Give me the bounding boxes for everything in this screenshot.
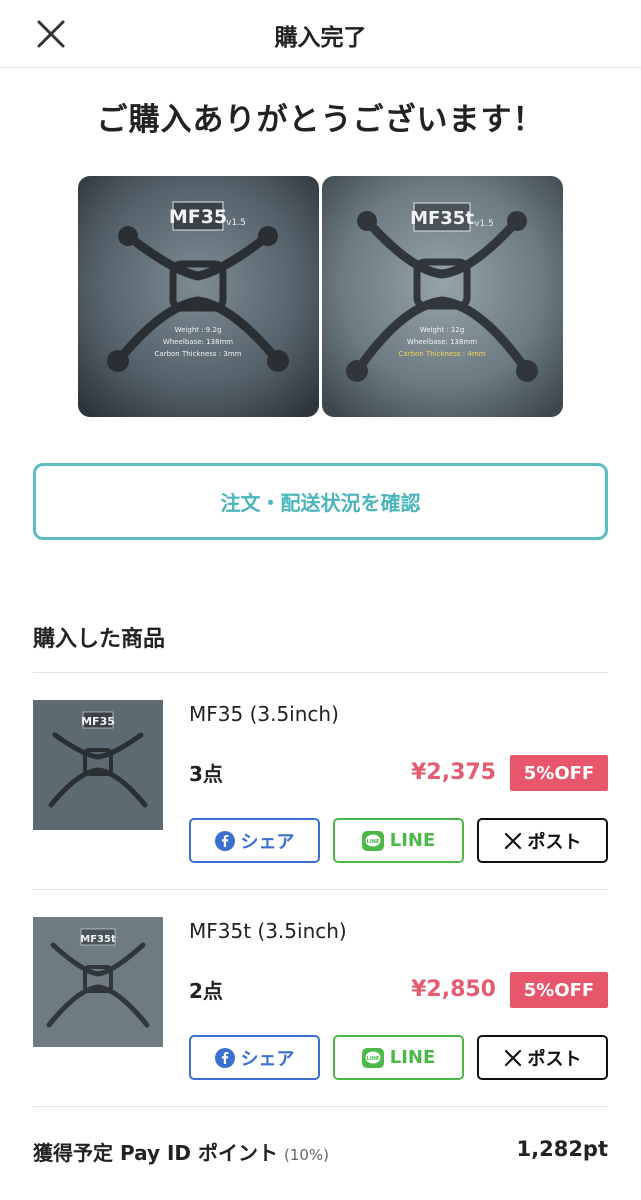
facebook-share-label: シェア xyxy=(240,831,295,853)
x-post-button[interactable]: ポスト xyxy=(477,818,608,863)
hero2-spec-thickness: Carbon Thickness : 4mm xyxy=(399,350,486,358)
product-quantity: 2点 xyxy=(189,979,223,1003)
svg-text:LINE: LINE xyxy=(366,839,379,845)
thumb-model-label: MF35t xyxy=(80,934,116,945)
x-post-label: ポスト xyxy=(527,1048,582,1070)
hero2-version-label: v1.5 xyxy=(474,219,494,229)
product-thumbnail: MF35 xyxy=(33,700,163,830)
facebook-icon xyxy=(214,1047,235,1068)
facebook-share-button[interactable]: シェア xyxy=(189,818,320,863)
hero1-version-label: v1.5 xyxy=(226,218,246,228)
divider xyxy=(33,889,608,890)
line-icon: LINE xyxy=(361,830,384,851)
discount-badge: 5%OFF xyxy=(510,755,608,791)
purchased-items-title: 購入した商品 xyxy=(33,627,166,652)
product-price: ¥2,375 xyxy=(411,760,496,785)
product-name: MF35t (3.5inch) xyxy=(189,919,347,943)
order-status-button[interactable]: 注文・配送状況を確認 xyxy=(33,463,608,540)
header-bar: 購入完了 xyxy=(0,0,641,68)
hero2-model-label: MF35t xyxy=(410,208,474,229)
product-price: ¥2,850 xyxy=(411,977,496,1002)
x-post-button[interactable]: ポスト xyxy=(477,1035,608,1080)
points-rate: (10%) xyxy=(283,1146,330,1164)
points-value: 1,282pt xyxy=(516,1137,609,1161)
facebook-share-label: シェア xyxy=(240,1048,295,1070)
hero1-spec-thickness: Carbon Thickness : 3mm xyxy=(155,350,242,358)
hero2-spec-wheelbase: Wheelbase: 138mm xyxy=(407,338,477,346)
discount-badge: 5%OFF xyxy=(510,972,608,1008)
line-share-label: LINE xyxy=(389,830,436,851)
product-name: MF35 (3.5inch) xyxy=(189,702,339,726)
product-image-mf35t: MF35t v1.5 Weight : 12g Wheelbase: 138mm… xyxy=(322,176,563,417)
product-quantity: 3点 xyxy=(189,762,223,786)
page-title: 購入完了 xyxy=(274,25,367,51)
line-icon: LINE xyxy=(361,1047,384,1068)
line-share-button[interactable]: LINE LINE xyxy=(333,1035,464,1080)
points-label: 獲得予定 Pay ID ポイント (10%) xyxy=(33,1137,329,1166)
x-icon xyxy=(504,1049,522,1067)
product-image-mf35: MF35 v1.5 Weight : 9.2g Wheelbase: 138mm… xyxy=(78,176,319,417)
facebook-share-button[interactable]: シェア xyxy=(189,1035,320,1080)
hero1-spec-weight: Weight : 9.2g xyxy=(175,326,222,334)
thumb-model-label: MF35 xyxy=(81,715,115,728)
divider xyxy=(33,1106,608,1107)
product-item: MF35t MF35t (3.5inch) 2点 ¥2,850 5%OFF シェ… xyxy=(33,917,608,1107)
hero2-spec-weight: Weight : 12g xyxy=(420,326,465,334)
facebook-icon xyxy=(214,830,235,851)
thanks-message: ご購入ありがとうございます！ xyxy=(96,102,545,138)
line-share-button[interactable]: LINE LINE xyxy=(333,818,464,863)
x-icon xyxy=(504,832,522,850)
points-row: 獲得予定 Pay ID ポイント (10%) 1,282pt xyxy=(33,1135,608,1167)
x-post-label: ポスト xyxy=(527,831,582,853)
hero1-spec-wheelbase: Wheelbase: 138mm xyxy=(163,338,233,346)
points-label-text: 獲得予定 Pay ID ポイント xyxy=(33,1141,278,1165)
product-thumbnail: MF35t xyxy=(33,917,163,1047)
divider xyxy=(33,672,608,673)
line-share-label: LINE xyxy=(389,1047,436,1068)
svg-text:LINE: LINE xyxy=(366,1056,379,1062)
product-item: MF35 MF35 (3.5inch) 3点 ¥2,375 5%OFF シェア … xyxy=(33,700,608,890)
hero1-model-label: MF35 xyxy=(169,206,227,228)
